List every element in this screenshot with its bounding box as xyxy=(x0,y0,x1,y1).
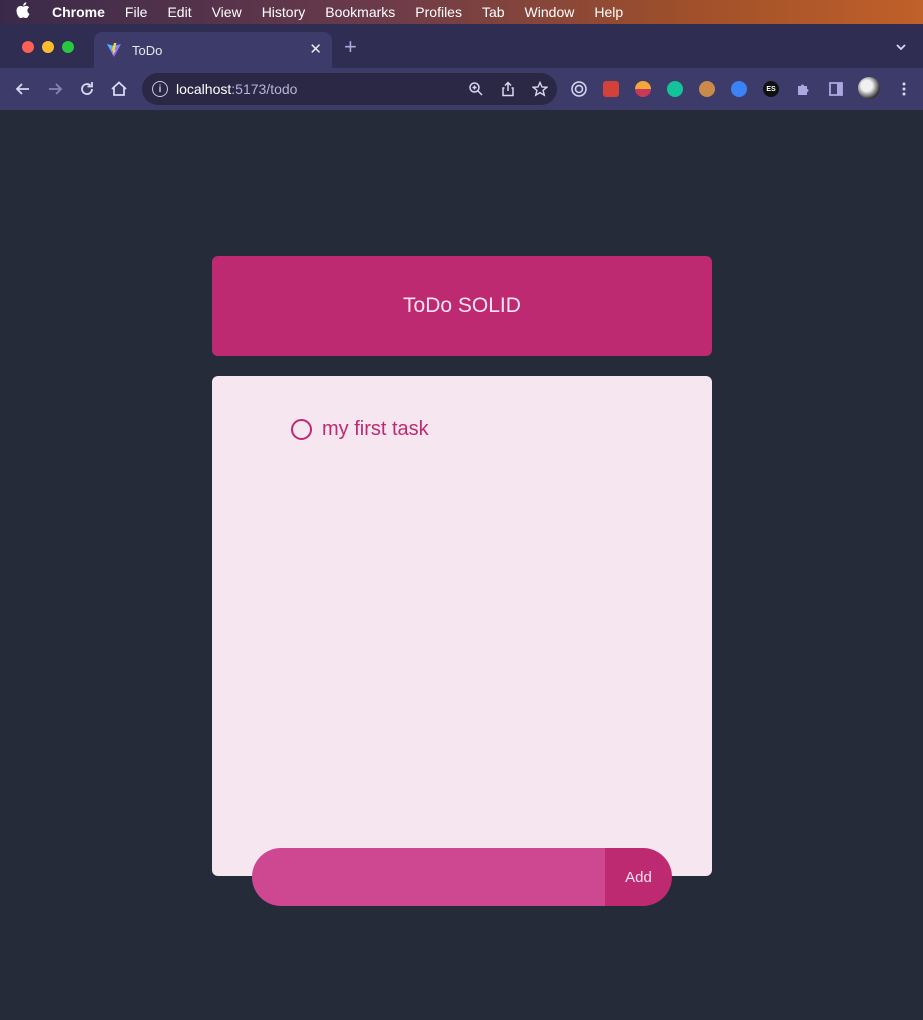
page-viewport: ToDo SOLID my first task Add xyxy=(0,110,923,1020)
reload-icon[interactable] xyxy=(77,79,97,99)
target-extension-icon[interactable] xyxy=(571,81,587,97)
forward-arrow-icon[interactable] xyxy=(45,79,65,99)
devtool-extension-icon[interactable] xyxy=(731,81,747,97)
color-extension-icon[interactable] xyxy=(635,81,651,97)
vite-favicon-icon xyxy=(106,42,122,58)
apple-icon[interactable] xyxy=(16,1,38,23)
bookmark-star-icon[interactable] xyxy=(531,80,549,97)
home-icon[interactable] xyxy=(109,79,129,99)
menu-file[interactable]: File xyxy=(125,4,148,20)
menu-app-chrome[interactable]: Chrome xyxy=(52,4,105,20)
address-bar[interactable]: i localhost:5173/todo xyxy=(142,73,557,105)
menu-profiles[interactable]: Profiles xyxy=(415,4,462,20)
add-button[interactable]: Add xyxy=(605,848,672,906)
task-label: my first task xyxy=(322,418,429,440)
extensions-puzzle-icon[interactable] xyxy=(795,81,811,97)
address-host: localhost xyxy=(176,81,232,97)
es-extension-icon[interactable]: ES xyxy=(763,81,779,97)
menu-view[interactable]: View xyxy=(212,4,242,20)
menu-edit[interactable]: Edit xyxy=(167,4,191,20)
task-list: my first task xyxy=(212,376,712,876)
back-arrow-icon[interactable] xyxy=(13,79,33,99)
side-panel-icon[interactable] xyxy=(828,81,844,97)
task-checkbox[interactable] xyxy=(291,419,312,440)
share-icon[interactable] xyxy=(500,81,516,97)
site-info-icon[interactable]: i xyxy=(152,81,168,97)
close-tab-icon[interactable]: ✕ xyxy=(309,40,322,58)
tab-strip: ToDo ✕ + xyxy=(0,24,923,68)
menu-window[interactable]: Window xyxy=(525,4,575,20)
browser-window: ToDo ✕ + i localhost:5173/todo ES ToDo … xyxy=(0,24,923,1020)
browser-menu-icon[interactable] xyxy=(896,81,912,97)
minimize-window-button[interactable] xyxy=(42,41,54,53)
tab-title: ToDo xyxy=(132,42,163,58)
cookie-extension-icon[interactable] xyxy=(699,81,715,97)
close-window-button[interactable] xyxy=(22,41,34,53)
tab-search-chevron-icon[interactable] xyxy=(895,40,907,52)
new-task-input[interactable] xyxy=(252,848,605,906)
new-tab-icon[interactable]: + xyxy=(344,34,357,60)
profile-avatar[interactable] xyxy=(858,77,880,99)
tab-todo[interactable]: ToDo ✕ xyxy=(94,32,332,68)
menu-history[interactable]: History xyxy=(262,4,306,20)
task-item: my first task xyxy=(291,418,429,441)
grammarly-extension-icon[interactable] xyxy=(667,81,683,97)
zoom-icon[interactable] xyxy=(468,81,484,97)
maximize-window-button[interactable] xyxy=(62,41,74,53)
menu-bookmarks[interactable]: Bookmarks xyxy=(325,4,395,20)
add-task-bar: Add xyxy=(252,848,672,906)
browser-toolbar: i localhost:5173/todo ES xyxy=(0,68,923,110)
app-title: ToDo SOLID xyxy=(403,294,521,317)
os-menu-bar: Chrome File Edit View History Bookmarks … xyxy=(0,0,923,24)
menu-help[interactable]: Help xyxy=(594,4,623,20)
menu-tab[interactable]: Tab xyxy=(482,4,505,20)
address-path: :5173/todo xyxy=(231,81,298,97)
pocket-extension-icon[interactable] xyxy=(603,81,619,97)
app-header: ToDo SOLID xyxy=(212,256,712,356)
